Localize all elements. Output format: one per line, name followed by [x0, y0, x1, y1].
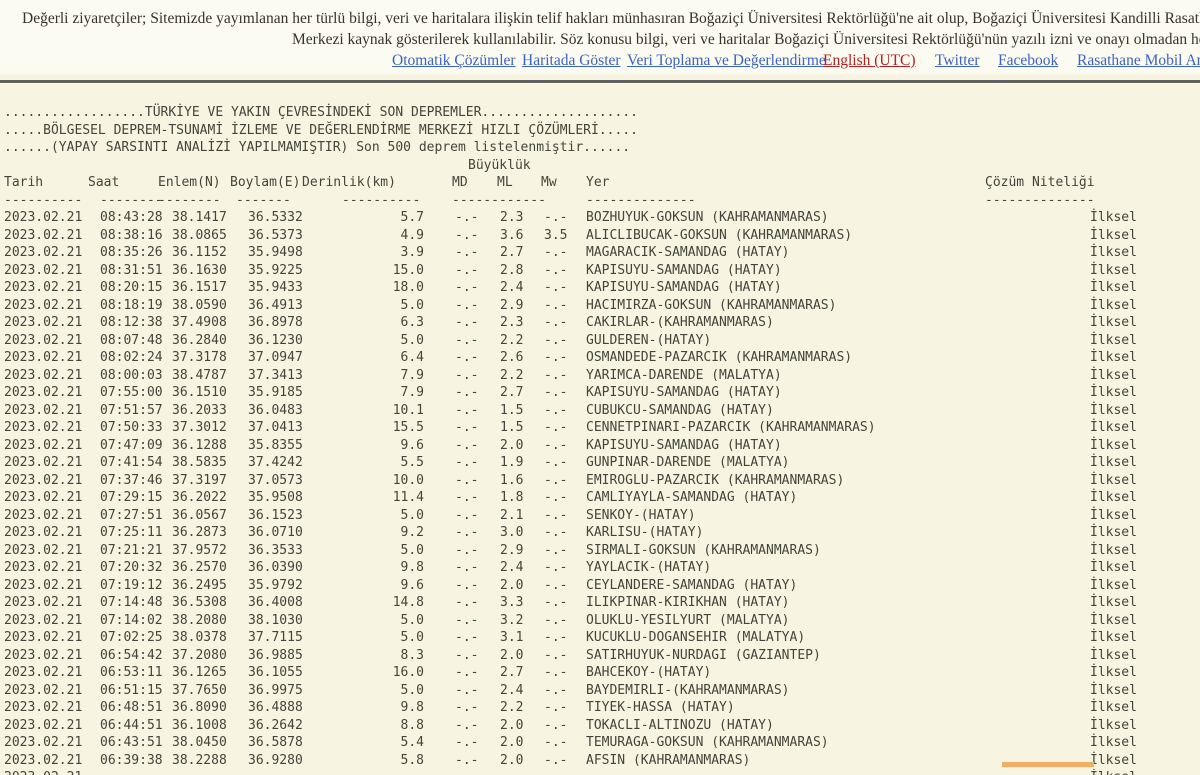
separator-dashes-row: ---------- -------- -------- ------- ---…: [0, 192, 1200, 210]
nav-link[interactable]: Veri Toplama ve Değerlendirme: [627, 52, 826, 70]
earthquake-row: 2023.02.2108:18:1938.059036.49135.0-.-2.…: [0, 297, 1200, 315]
col-derinlik: Derinlik(km): [302, 174, 396, 192]
dash-derinlik: ----------: [342, 192, 420, 210]
dash-cozum: --------------: [985, 192, 1095, 210]
earthquake-row: 2023.02.2108:35:2636.115235.94983.9-.-2.…: [0, 244, 1200, 262]
magnitude-group-header: Büyüklük: [0, 157, 1200, 175]
earthquake-row: 2023.02.2106:51:1537.765036.99755.0-.-2.…: [0, 682, 1200, 700]
earthquake-row: 2023.02.2107:29:1536.202235.950811.4-.-1…: [0, 489, 1200, 507]
nav-link[interactable]: Otomatik Çözümler: [392, 52, 516, 70]
nav-link[interactable]: Facebook: [998, 52, 1058, 70]
header-area: Değerli ziyaretçiler; Sitemizde yayımlan…: [0, 0, 1200, 74]
list-title-2: .....BÖLGESEL DEPREM-TSUNAMİ İZLEME VE D…: [0, 122, 1200, 140]
earthquake-row: 2023.02.2108:02:2437.317837.09476.4-.-2.…: [0, 349, 1200, 367]
list-title-3: ......(YAPAY SARSINTI ANALİZİ YAPILMAMIŞ…: [0, 139, 1200, 157]
clipped-next-row: 2023.02.21İlksel: [0, 769, 1200, 775]
earthquake-row: 2023.02.2107:51:5736.203336.048310.1-.-1…: [0, 402, 1200, 420]
dash-tarih: ----------: [4, 192, 82, 210]
earthquake-row: 2023.02.2108:31:5136.163035.922515.0-.-2…: [0, 262, 1200, 280]
nav-link[interactable]: Haritada Göster: [522, 52, 621, 70]
dash-yer: --------------: [586, 192, 696, 210]
earthquake-row: 2023.02.2107:14:4836.530836.400814.8-.-3…: [0, 594, 1200, 612]
earthquake-row: 2023.02.2107:27:5136.056736.15235.0-.-2.…: [0, 507, 1200, 525]
earthquake-list: ..................TÜRKİYE VE YAKIN ÇEVRE…: [0, 84, 1200, 775]
earthquake-row: 2023.02.2107:20:3236.257036.03909.8-.-2.…: [0, 559, 1200, 577]
earthquake-row: 2023.02.2107:41:5438.583537.42425.5-.-1.…: [0, 454, 1200, 472]
earthquake-row: 2023.02.2108:38:1638.086536.53734.9-.-3.…: [0, 227, 1200, 245]
column-header-row: Tarih Saat Enlem(N) Boylam(E) Derinlik(k…: [0, 174, 1200, 192]
buyukluk-label: Büyüklük: [468, 157, 531, 175]
earthquake-row: 2023.02.2107:21:2137.957236.35335.0-.-2.…: [0, 542, 1200, 560]
dash-boylam: -------: [236, 192, 291, 210]
koeri-earthquake-page: { "colors": { "top_background": "#fcfbf2…: [0, 0, 1200, 768]
disclaimer-line-2: Merkezi kaynak gösterilerek kullanılabil…: [0, 29, 1200, 50]
nav-link[interactable]: English (UTC): [823, 52, 916, 70]
earthquake-row: 2023.02.2107:19:1236.249535.97929.6-.-2.…: [0, 577, 1200, 595]
earthquake-row: 2023.02.2107:25:1136.287336.07109.2-.-3.…: [0, 524, 1200, 542]
nav-link[interactable]: Twitter: [935, 52, 980, 70]
earthquake-row: 2023.02.2106:43:5138.045036.58785.4-.-2.…: [0, 734, 1200, 752]
nav-link[interactable]: Rasathane Mobil Android Uygulaması: [1077, 52, 1200, 70]
earthquake-row: 2023.02.2107:55:0036.151035.91857.9-.-2.…: [0, 384, 1200, 402]
nav-links: Otomatik Çözümler Haritada Göster Veri Top…: [0, 52, 1200, 74]
earthquake-row: 2023.02.2107:47:0936.128835.83559.6-.-2.…: [0, 437, 1200, 455]
col-mw: Mw: [541, 174, 557, 192]
dash-enlem: --------: [158, 192, 221, 210]
dash-magnitude: ------------: [452, 192, 546, 210]
col-saat: Saat: [88, 174, 119, 192]
earthquake-rows: 2023.02.2108:43:2838.141736.53325.7-.-2.…: [0, 209, 1200, 769]
earthquake-row: 2023.02.2106:54:4237.208036.98858.3-.-2.…: [0, 647, 1200, 665]
list-title-1: ..................TÜRKİYE VE YAKIN ÇEVRE…: [0, 104, 1200, 122]
col-tarih: Tarih: [4, 174, 43, 192]
col-enlem: Enlem(N): [158, 174, 221, 192]
earthquake-row: 2023.02.2106:48:5136.809036.48889.8-.-2.…: [0, 699, 1200, 717]
col-cozum: Çözüm Niteliği: [985, 174, 1095, 192]
earthquake-row: 2023.02.2106:44:5136.100836.26428.8-.-2.…: [0, 717, 1200, 735]
earthquake-row: 2023.02.21İlksel: [0, 769, 1200, 775]
earthquake-row: 2023.02.2107:37:4637.319737.057310.0-.-1…: [0, 472, 1200, 490]
earthquake-row: 2023.02.2108:43:2838.141736.53325.7-.-2.…: [0, 209, 1200, 227]
earthquake-row: 2023.02.2107:02:2538.037837.71155.0-.-3.…: [0, 629, 1200, 647]
disclaimer-line-1: Değerli ziyaretçiler; Sitemizde yayımlan…: [0, 8, 1200, 29]
earthquake-row: 2023.02.2108:00:0338.478737.34137.9-.-2.…: [0, 367, 1200, 385]
col-ml: ML: [497, 174, 513, 192]
col-md: MD: [452, 174, 468, 192]
earthquake-row: 2023.02.2107:50:3337.301237.041315.5-.-1…: [0, 419, 1200, 437]
earthquake-row: 2023.02.2107:14:0238.208038.10305.0-.-3.…: [0, 612, 1200, 630]
col-boylam: Boylam(E): [230, 174, 300, 192]
dash-saat: --------: [100, 192, 163, 210]
selection-highlight-artifact: [1002, 762, 1094, 767]
earthquake-row: 2023.02.2108:07:4836.284036.12305.0-.-2.…: [0, 332, 1200, 350]
earthquake-row: 2023.02.2108:20:1536.151735.943318.0-.-2…: [0, 279, 1200, 297]
col-yer: Yer: [586, 174, 609, 192]
earthquake-row: 2023.02.2106:53:1136.126536.105516.0-.-2…: [0, 664, 1200, 682]
earthquake-row: 2023.02.2108:12:3837.490836.89786.3-.-2.…: [0, 314, 1200, 332]
